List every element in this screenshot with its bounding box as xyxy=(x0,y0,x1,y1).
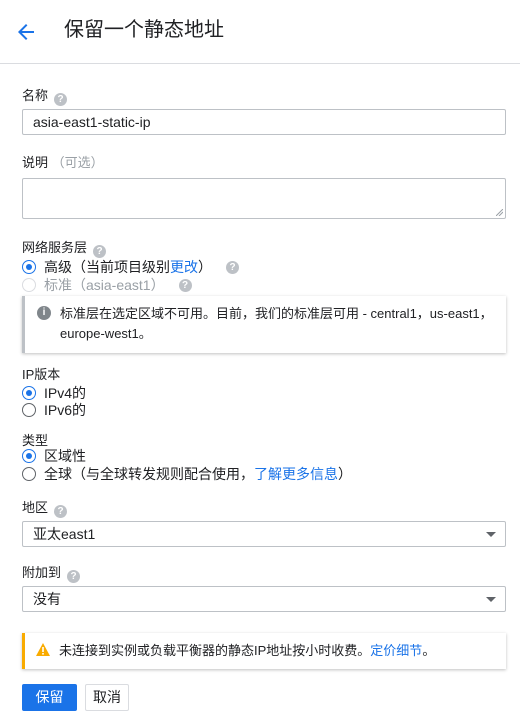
regional-option[interactable]: 区域性 xyxy=(22,447,86,465)
attach-to-label: 附加到? xyxy=(22,565,81,583)
pricing-warning: 未连接到实例或负载平衡器的静态IP地址按小时收费。定价细节。 xyxy=(22,633,506,669)
ip-version-label: IP版本 xyxy=(22,367,61,382)
warning-icon xyxy=(36,643,50,656)
description-label: 说明 （可选） xyxy=(22,155,104,170)
page-title: 保留一个静态地址 xyxy=(64,19,224,41)
network-tier-label: 网络服务层? xyxy=(22,240,107,258)
name-input[interactable]: asia-east1-static-ip xyxy=(22,109,506,135)
dropdown-arrow-icon xyxy=(486,532,496,537)
radio-button[interactable] xyxy=(22,386,36,400)
arrow-left-icon[interactable] xyxy=(14,20,38,44)
optional-hint: （可选） xyxy=(51,155,104,170)
name-label: 名称? xyxy=(22,88,68,106)
global-option[interactable]: 全球（与全球转发规则配合使用， 了解更多信息） xyxy=(22,465,352,483)
help-icon[interactable]: ? xyxy=(54,505,68,518)
reserve-button[interactable]: 保留 xyxy=(22,684,77,711)
help-icon[interactable]: ? xyxy=(67,570,81,583)
info-message: i 标准层在选定区域不可用。目前，我们的标准层可用 - central1，us-… xyxy=(22,296,506,353)
radio-button xyxy=(22,278,36,292)
ipv4-option[interactable]: IPv4的 xyxy=(22,384,86,402)
radio-button[interactable] xyxy=(22,449,36,463)
page-header: 保留一个静态地址 xyxy=(0,0,520,64)
region-label: 地区? xyxy=(22,500,68,518)
region-select[interactable]: 亚太east1 xyxy=(22,521,506,547)
change-link[interactable]: 更改 xyxy=(170,258,198,276)
pricing-link[interactable]: 定价细节 xyxy=(370,643,422,658)
resize-handle-icon[interactable] xyxy=(496,209,503,216)
help-icon[interactable]: ? xyxy=(226,260,239,274)
description-textarea[interactable] xyxy=(22,178,506,219)
help-icon[interactable]: ? xyxy=(93,245,107,258)
tier-standard-option: 标准（asia-east1） ? xyxy=(22,276,192,294)
learn-more-link[interactable]: 了解更多信息 xyxy=(254,465,338,483)
help-icon[interactable]: ? xyxy=(178,278,192,292)
info-icon: i xyxy=(37,306,51,320)
help-icon[interactable]: ? xyxy=(54,93,68,106)
ipv6-option[interactable]: IPv6的 xyxy=(22,401,86,419)
cancel-button[interactable]: 取消 xyxy=(85,684,129,711)
tier-premium-option[interactable]: 高级（当前项目级别 更改） ? xyxy=(22,258,239,276)
radio-button[interactable] xyxy=(22,403,36,417)
radio-button[interactable] xyxy=(22,260,36,274)
attach-to-select[interactable]: 没有 xyxy=(22,586,506,612)
radio-button[interactable] xyxy=(22,467,36,481)
dropdown-arrow-icon xyxy=(486,597,496,602)
